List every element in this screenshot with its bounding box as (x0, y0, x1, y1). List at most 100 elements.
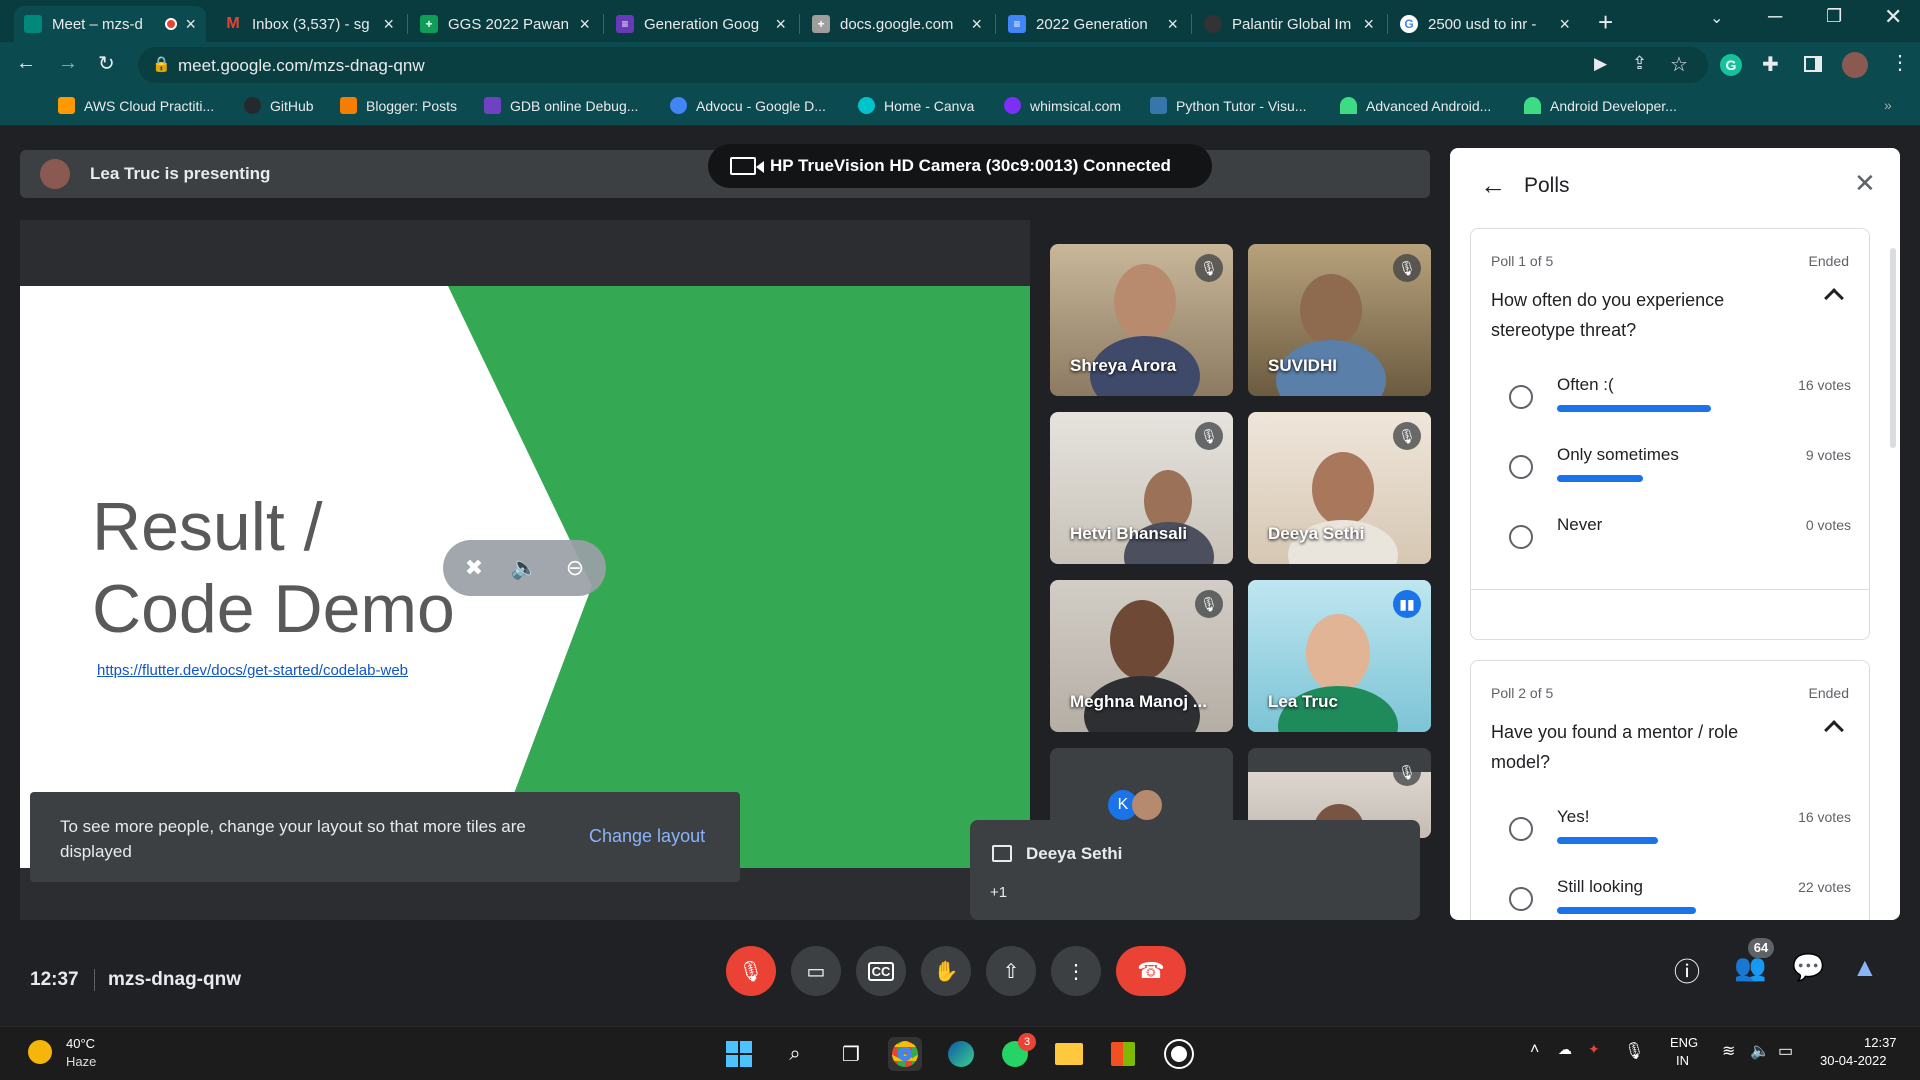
microsoft-store-icon[interactable] (1106, 1037, 1140, 1071)
profile-avatar[interactable] (1842, 52, 1868, 78)
share-icon[interactable]: ⇪ (1632, 53, 1647, 74)
unpin-icon[interactable]: ✖ (465, 555, 483, 581)
tab-usd-inr[interactable]: G 2500 usd to inr - × (1390, 6, 1580, 42)
search-icon[interactable]: ⌕ (778, 1037, 812, 1071)
chat-icon[interactable]: 💬 (1792, 952, 1824, 983)
bookmark-advanced-android[interactable]: Advanced Android... (1340, 97, 1491, 114)
close-tab-icon[interactable]: × (579, 14, 590, 35)
weather-description[interactable]: Haze (66, 1054, 96, 1069)
camera-in-use-icon[interactable]: ▶ (1594, 54, 1607, 74)
collapse-chevron-icon[interactable] (1824, 288, 1844, 308)
more-options-button[interactable]: ⋮ (1051, 946, 1101, 996)
bookmark-blogger[interactable]: Blogger: Posts (340, 97, 457, 114)
change-layout-button[interactable]: Change layout (589, 826, 705, 847)
radio-button[interactable] (1509, 385, 1533, 409)
bookmark-gdb[interactable]: GDB online Debug... (484, 97, 638, 114)
chat-notification-toast[interactable]: Deeya Sethi +1 (970, 820, 1420, 920)
radio-button[interactable] (1509, 887, 1533, 911)
camera-toggle-button[interactable]: ▭ (791, 946, 841, 996)
bookmark-python-tutor[interactable]: Python Tutor - Visu... (1150, 97, 1306, 114)
tab-ggs-sheet[interactable]: + GGS 2022 Pawan × (410, 6, 600, 42)
maximize-icon[interactable]: ❐ (1826, 6, 1842, 27)
close-tab-icon[interactable]: × (1167, 14, 1178, 35)
wifi-icon[interactable]: ≋ (1722, 1041, 1735, 1061)
tab-meet[interactable]: Meet – mzs-d × (14, 6, 206, 42)
forward-icon[interactable]: → (58, 52, 78, 75)
lock-icon[interactable]: 🔒 (152, 55, 171, 73)
reload-icon[interactable]: ↻ (98, 51, 115, 76)
edge-taskbar-icon[interactable] (944, 1037, 978, 1071)
polls-scrollbar[interactable] (1890, 248, 1896, 448)
remove-tile-icon[interactable]: ⊖ (566, 555, 584, 581)
side-panel-icon[interactable] (1804, 56, 1822, 72)
chrome-menu-icon[interactable]: ⋮ (1890, 50, 1910, 75)
radio-button[interactable] (1509, 455, 1533, 479)
tab-inbox[interactable]: M Inbox (3,537) - sg × (214, 6, 404, 42)
close-tab-icon[interactable]: × (971, 14, 982, 35)
close-tab-icon[interactable]: × (383, 14, 394, 35)
task-view-icon[interactable]: ❐ (834, 1037, 868, 1071)
tab-palantir[interactable]: Palantir Global Im × (1194, 6, 1384, 42)
close-tab-icon[interactable]: × (775, 14, 786, 35)
tab-docs[interactable]: + docs.google.com × (802, 6, 992, 42)
bookmark-advocu[interactable]: Advocu - Google D... (670, 97, 826, 114)
start-windows-icon[interactable] (722, 1037, 756, 1071)
poll-option[interactable]: Only sometimes 9 votes (1471, 445, 1871, 505)
bookmark-aws[interactable]: AWS Cloud Practiti... (58, 97, 214, 114)
meeting-details-icon[interactable]: ⓘ (1674, 952, 1700, 989)
tab-2022-generation[interactable]: ≡ 2022 Generation × (998, 6, 1188, 42)
captions-button[interactable]: CC (856, 946, 906, 996)
slide-link[interactable]: https://flutter.dev/docs/get-started/cod… (97, 662, 408, 679)
close-panel-icon[interactable]: ✕ (1854, 168, 1876, 199)
new-tab-icon[interactable]: + (1598, 7, 1613, 38)
microphone-toggle-button[interactable]: 🎙 (726, 946, 776, 996)
input-language[interactable]: ENG (1670, 1035, 1698, 1050)
activities-icon[interactable]: ▲ (1852, 952, 1878, 983)
close-tab-icon[interactable]: × (1363, 14, 1374, 35)
tab-generation-form[interactable]: ≡ Generation Goog × (606, 6, 796, 42)
whatsapp-taskbar-icon[interactable]: 3 (998, 1033, 1036, 1071)
bookmark-github[interactable]: GitHub (244, 97, 314, 114)
volume-icon[interactable]: 🔈 (1750, 1041, 1770, 1061)
close-tab-icon[interactable]: × (1559, 14, 1570, 35)
tray-app-icon[interactable]: ✦ (1588, 1041, 1600, 1058)
taskbar-time[interactable]: 12:37 (1864, 1035, 1897, 1050)
poll-option[interactable]: Often :( 16 votes (1471, 375, 1871, 435)
radio-button[interactable] (1509, 525, 1533, 549)
leave-call-button[interactable]: ☎ (1116, 946, 1186, 996)
participant-tile[interactable]: 🎙 Shreya Arora (1050, 244, 1233, 396)
battery-icon[interactable]: ▭ (1778, 1041, 1793, 1061)
minimize-icon[interactable]: ─ (1768, 6, 1782, 29)
participant-tile[interactable]: 🎙 Deeya Sethi (1248, 412, 1431, 564)
poll-option[interactable]: Yes! 16 votes (1471, 807, 1871, 867)
file-explorer-icon[interactable] (1052, 1037, 1086, 1071)
collapse-chevron-icon[interactable] (1824, 720, 1844, 740)
participant-tile-active-speaker[interactable]: ▮▮ Lea Truc (1248, 580, 1431, 732)
present-now-button[interactable]: ⇧ (986, 946, 1036, 996)
bookmark-android-developer[interactable]: Android Developer... (1524, 97, 1677, 114)
radio-button[interactable] (1509, 817, 1533, 841)
poll-option[interactable]: Never 0 votes (1471, 515, 1871, 575)
bookmark-star-icon[interactable]: ☆ (1670, 52, 1688, 77)
grammarly-extension-icon[interactable]: G (1720, 54, 1742, 76)
close-tab-icon[interactable]: × (185, 14, 196, 35)
tab-search-chevron-icon[interactable]: ⌄ (1710, 8, 1723, 28)
onedrive-icon[interactable]: ☁ (1558, 1041, 1572, 1058)
back-arrow-icon[interactable]: ← (1480, 170, 1506, 201)
microphone-tray-icon[interactable]: 🎙 (1624, 1041, 1644, 1061)
back-icon[interactable]: ← (16, 52, 36, 75)
input-region[interactable]: IN (1676, 1053, 1689, 1068)
weather-temperature[interactable]: 40°C (66, 1036, 95, 1051)
speaker-volume-icon[interactable]: 🔈 (511, 555, 538, 581)
participant-tile[interactable]: 🎙 Meghna Manoj ... (1050, 580, 1233, 732)
bookmarks-overflow-icon[interactable]: » (1884, 97, 1892, 113)
close-window-icon[interactable]: ✕ (1884, 4, 1902, 30)
participant-tile[interactable]: 🎙 Hetvi Bhansali (1050, 412, 1233, 564)
bookmark-whimsical[interactable]: whimsical.com (1004, 97, 1121, 114)
show-hidden-icons-icon[interactable]: ˄ (1530, 1041, 1539, 1059)
taskbar-date[interactable]: 30-04-2022 (1820, 1053, 1887, 1068)
raise-hand-button[interactable]: ✋ (921, 946, 971, 996)
extensions-puzzle-icon[interactable]: ✚ (1762, 52, 1779, 77)
address-bar[interactable]: 🔒 meet.google.com/mzs-dnag-qnw ▶ ⇪ ☆ (138, 47, 1708, 83)
github-desktop-icon[interactable] (1162, 1037, 1196, 1071)
